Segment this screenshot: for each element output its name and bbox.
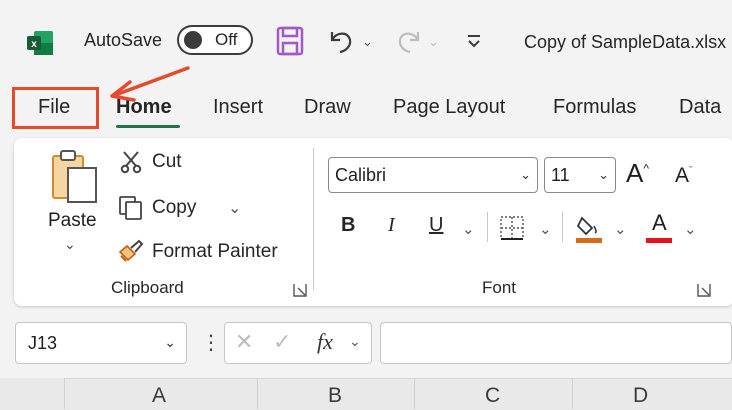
borders-dropdown-chevron-icon[interactable]: ⌄ — [539, 220, 552, 238]
svg-text:x: x — [31, 39, 37, 50]
bold-button[interactable]: B — [341, 214, 355, 237]
undo-dropdown-chevron-icon[interactable]: ⌄ — [362, 34, 373, 50]
column-separator — [414, 378, 415, 409]
redo-icon — [398, 32, 420, 54]
copy-button[interactable]: Copy — [152, 197, 196, 219]
more-options-icon[interactable]: ⋮ — [201, 330, 221, 355]
tab-formulas[interactable]: Formulas — [553, 96, 636, 119]
file-highlight-box — [12, 87, 99, 129]
formula-input[interactable] — [380, 322, 732, 364]
chevron-down-icon[interactable]: ⌄ — [349, 333, 361, 350]
font-color-dropdown-chevron-icon[interactable]: ⌄ — [684, 220, 697, 238]
column-header-d[interactable]: D — [633, 384, 648, 408]
font-name-select[interactable]: Calibri ⌄ — [328, 157, 538, 193]
chevron-down-icon: ⌄ — [598, 167, 609, 182]
italic-button[interactable]: I — [388, 214, 395, 237]
copy-dropdown-chevron-icon[interactable]: ⌄ — [228, 198, 241, 218]
separator — [562, 212, 563, 242]
paste-dropdown-chevron-icon[interactable]: ⌄ — [64, 236, 76, 253]
tab-draw[interactable]: Draw — [304, 96, 351, 119]
column-separator — [572, 378, 573, 409]
clipboard-paste-icon[interactable] — [50, 148, 102, 206]
font-color-glyph: A — [652, 210, 667, 235]
format-painter-button[interactable]: Format Painter — [152, 241, 278, 263]
excel-logo-icon: x — [27, 31, 53, 55]
grow-font-glyph: A — [626, 158, 644, 188]
cancel-entry-icon: ✕ — [235, 329, 254, 354]
autosave-state: Off — [215, 30, 238, 49]
font-group-label: Font — [482, 278, 517, 297]
confirm-entry-icon: ✓ — [273, 329, 292, 354]
font-name-value: Calibri — [335, 165, 387, 185]
customize-toolbar-icon[interactable] — [464, 30, 484, 52]
fill-color-icon[interactable] — [574, 212, 604, 244]
decrease-font-size-button[interactable]: Aˇ — [675, 164, 693, 188]
toggle-knob — [184, 31, 202, 49]
borders-icon[interactable] — [498, 214, 526, 242]
name-box[interactable]: J13 ⌄ — [15, 322, 187, 364]
increase-font-size-button[interactable]: A^ — [626, 158, 649, 189]
clipboard-group-label: Clipboard — [111, 278, 184, 297]
fill-color-dropdown-chevron-icon[interactable]: ⌄ — [614, 220, 627, 238]
column-separator — [257, 378, 258, 409]
undo-icon[interactable] — [326, 26, 358, 56]
save-icon[interactable] — [276, 26, 304, 56]
paste-label[interactable]: Paste — [48, 210, 97, 232]
cut-button[interactable]: Cut — [152, 151, 182, 173]
tab-data[interactable]: Data — [679, 96, 721, 119]
format-painter-icon — [118, 239, 144, 262]
copy-icon — [119, 196, 142, 220]
chevron-down-icon: ⌄ — [520, 167, 531, 182]
group-divider — [313, 148, 314, 290]
shrink-font-glyph: A — [675, 164, 690, 187]
column-header-c[interactable]: C — [485, 384, 500, 408]
tab-page-layout[interactable]: Page Layout — [393, 96, 505, 119]
font-color-button[interactable]: A — [646, 210, 674, 244]
name-box-value: J13 — [28, 333, 58, 353]
scissors-icon — [120, 151, 142, 174]
separator — [487, 212, 488, 242]
chevron-down-icon: ⌄ — [164, 334, 176, 350]
formula-controls: ✕ ✓ fx ⌄ — [224, 322, 372, 364]
autosave-toggle[interactable]: Off — [177, 25, 253, 55]
font-size-select[interactable]: 11 ⌄ — [544, 157, 616, 193]
underline-dropdown-chevron-icon[interactable]: ⌄ — [462, 220, 475, 238]
font-color-swatch — [646, 238, 672, 243]
column-header-a[interactable]: A — [152, 384, 166, 408]
font-dialog-launcher-icon[interactable] — [697, 283, 711, 297]
autosave-label: AutoSave — [84, 30, 163, 50]
select-all-corner[interactable] — [0, 378, 65, 409]
document-title: Copy of SampleData.xlsx — [524, 32, 727, 52]
annotation-arrow-icon — [110, 66, 190, 102]
column-header-b[interactable]: B — [328, 384, 342, 408]
redo-dropdown-chevron-icon: ⌄ — [428, 34, 439, 49]
tab-insert[interactable]: Insert — [213, 96, 263, 119]
column-header-strip — [0, 378, 732, 410]
clipboard-dialog-launcher-icon[interactable] — [293, 283, 307, 297]
insert-function-button[interactable]: fx — [317, 329, 333, 355]
font-size-value: 11 — [551, 165, 570, 185]
active-tab-indicator — [116, 125, 180, 128]
underline-button[interactable]: U — [429, 214, 443, 237]
